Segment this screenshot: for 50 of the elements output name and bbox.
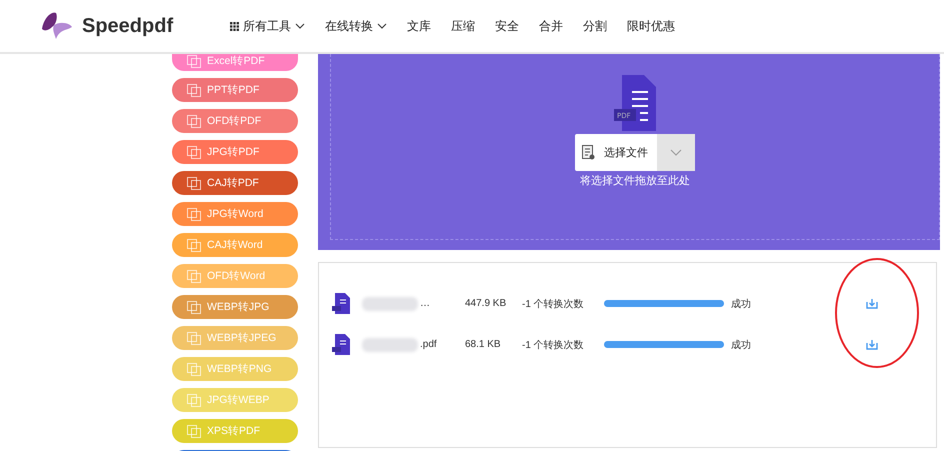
pdf-file-icon: [332, 293, 350, 314]
tool-link[interactable]: CAJ转PDF: [172, 171, 298, 195]
tool-link[interactable]: JPG转PDF: [172, 140, 298, 164]
document-image-icon: [187, 424, 201, 438]
chevron-down-icon: [670, 149, 682, 156]
nav-link[interactable]: 限时优惠: [627, 18, 675, 34]
butterfly-logo-icon: [40, 11, 74, 41]
document-image-icon: [187, 146, 201, 158]
download-icon[interactable]: [866, 339, 878, 350]
drop-hint: 将选择文件拖放至此处: [580, 174, 690, 188]
chevron-down-icon: [295, 23, 305, 29]
pdf-file-icon: [332, 334, 350, 355]
chevron-down-icon: [377, 23, 387, 29]
tool-link[interactable]: Excel转PDF: [172, 54, 298, 71]
brand-name[interactable]: Speedpdf: [82, 14, 174, 38]
document-image-icon: [187, 300, 201, 314]
nav-link[interactable]: 所有工具: [230, 18, 305, 34]
nav-link[interactable]: 在线转换: [325, 18, 387, 34]
document-image-icon: [187, 114, 201, 128]
nav-link[interactable]: 分割: [583, 18, 607, 34]
blurred-redaction: [362, 296, 418, 310]
document-image-icon: [187, 208, 201, 220]
tool-link[interactable]: JPG转Word: [172, 202, 298, 226]
status-text: 成功: [731, 338, 752, 352]
document-image-icon: [187, 332, 201, 344]
blurred-redaction: [362, 338, 418, 352]
tool-link[interactable]: WEBP转JPG: [172, 295, 298, 319]
file-size: 68.1 KB: [465, 339, 502, 350]
download-icon[interactable]: [866, 298, 878, 309]
document-icon: [582, 145, 595, 160]
grid-icon: [230, 22, 239, 30]
nav-link[interactable]: 安全: [495, 18, 519, 34]
document-image-icon: [187, 270, 201, 282]
document-image-icon: [187, 238, 201, 252]
conversion-count: -1 个转换次数: [522, 338, 585, 352]
status-text: 成功: [731, 298, 752, 310]
file-size: 447.9 KB: [465, 298, 508, 309]
tool-link[interactable]: PPT转PDF: [172, 78, 298, 102]
document-image-icon: [187, 84, 201, 96]
document-image-icon: [187, 394, 201, 406]
tool-link[interactable]: OFD转PDF: [172, 109, 298, 133]
conversion-count: -1 个转换次数: [522, 298, 585, 310]
file-name: …: [420, 298, 430, 309]
nav-link[interactable]: 文库: [407, 18, 431, 34]
file-name: .pdf: [420, 339, 437, 350]
nav-link[interactable]: 压缩: [451, 18, 475, 34]
choose-file-button[interactable]: 选择文件: [575, 134, 657, 171]
document-image-icon: [187, 176, 201, 190]
document-image-icon: [187, 362, 201, 376]
nav-link[interactable]: 合并: [539, 18, 563, 34]
